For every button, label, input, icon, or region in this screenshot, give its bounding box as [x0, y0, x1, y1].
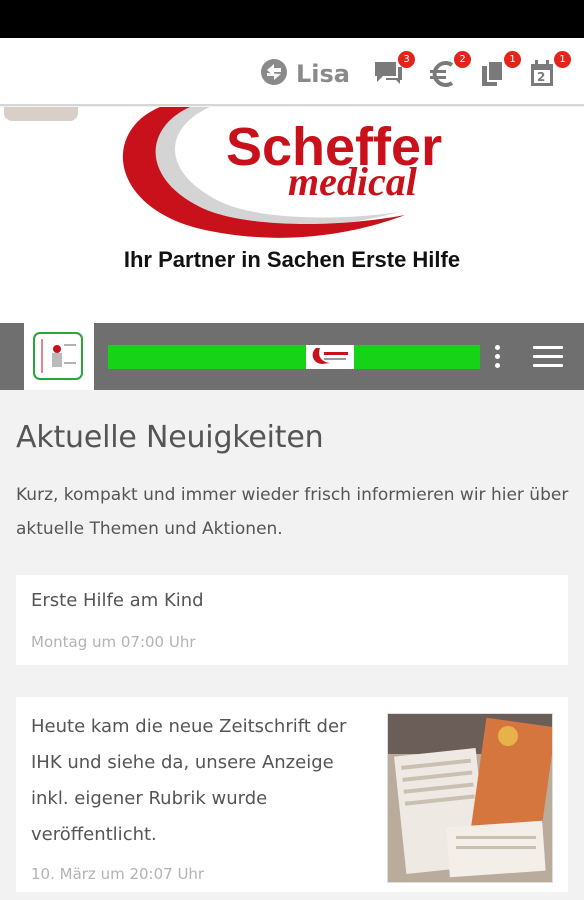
calendar-day: 2 — [537, 70, 546, 84]
tagline: Ihr Partner in Sachen Erste Hilfe — [123, 247, 461, 272]
documents-button[interactable]: 1 — [478, 51, 521, 94]
scheffer-medical-logo: Scheffer medical — [122, 107, 442, 238]
more-options-button[interactable] — [487, 343, 507, 371]
calendar-icon: 2 — [528, 58, 556, 88]
app-bar: Lisa 3 2 1 2 1 — [0, 38, 584, 106]
calendar-badge: 1 — [554, 51, 571, 68]
messages-button[interactable]: 3 — [372, 51, 415, 92]
user-swap-icon — [260, 58, 288, 90]
user-name: Lisa — [296, 60, 350, 88]
chat-icon — [372, 62, 404, 92]
header-banner: Scheffer medical Ihr Partner in Sachen E… — [0, 107, 584, 323]
news-card[interactable]: Erste Hilfe am Kind Montag um 07:00 Uhr — [16, 575, 568, 665]
news-headline: Heute kam die neue Zeitschrift der IHK u… — [31, 716, 347, 845]
user-switch[interactable]: Lisa — [260, 58, 350, 90]
app-logo-icon — [33, 332, 83, 380]
messages-badge: 3 — [398, 51, 415, 68]
payments-button[interactable]: 2 — [428, 51, 471, 94]
news-headline: Erste Hilfe am Kind — [31, 590, 204, 611]
news-date: 10. März um 20:07 Uhr — [31, 865, 205, 883]
news-thumbnail[interactable] — [387, 713, 553, 883]
documents-badge: 1 — [504, 51, 521, 68]
payments-badge: 2 — [454, 51, 471, 68]
intro-text: Kurz, kompakt und immer wieder frisch in… — [16, 485, 569, 539]
documents-icon — [478, 60, 508, 94]
news-section: Aktuelle Neuigkeiten Kurz, kompakt und i… — [0, 390, 584, 900]
news-card[interactable]: Heute kam die neue Zeitschrift der IHK u… — [16, 697, 568, 892]
svg-text:medical: medical — [288, 159, 418, 204]
status-bar — [0, 0, 584, 38]
calendar-button[interactable]: 2 1 — [528, 51, 571, 92]
news-date: Montag um 07:00 Uhr — [31, 633, 196, 651]
ticker-bar[interactable] — [108, 345, 480, 369]
nav-bar — [0, 323, 584, 390]
page-title: Aktuelle Neuigkeiten — [16, 420, 324, 455]
menu-button[interactable] — [533, 346, 563, 368]
app-logo-tab[interactable] — [24, 323, 94, 390]
mini-logo — [306, 345, 354, 369]
euro-icon — [428, 61, 458, 94]
